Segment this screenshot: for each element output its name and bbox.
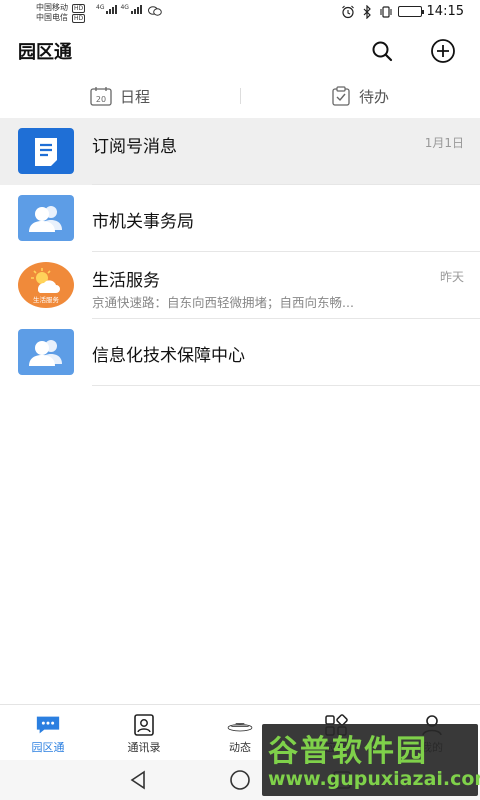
list-item[interactable]: 市机关事务局 <box>0 185 480 252</box>
tab-todo-label: 待办 <box>358 87 389 106</box>
avatar <box>18 195 74 241</box>
users-icon <box>29 206 62 232</box>
tab-schedule[interactable]: 20 日程 <box>0 76 240 116</box>
avatar <box>18 329 74 375</box>
item-title: 生活服务 <box>92 271 160 291</box>
document-icon <box>35 138 57 166</box>
item-title: 信息化技术保障中心 <box>92 346 245 366</box>
battery-icon <box>397 6 424 17</box>
plus-circle-icon <box>431 39 455 63</box>
tab-divider <box>240 88 241 104</box>
chat-icon <box>35 714 61 736</box>
nav-label: 园区通 <box>31 741 65 754</box>
vibrate-icon <box>379 5 392 18</box>
list-item[interactable]: 生活服务 生活服务 京通快速路：自东向西轻微拥堵；自西向东畅... 昨天 <box>0 252 480 319</box>
users-icon <box>29 340 62 366</box>
carrier-info: 中国移动 HD 中国电信 HD <box>36 3 86 23</box>
search-button[interactable] <box>369 38 395 64</box>
watermark-url: www.gupuxiazai.com <box>268 768 480 790</box>
signal-icons: 4G 4G <box>96 5 142 14</box>
home-circle-icon[interactable] <box>228 768 252 792</box>
watermark-title: 谷普软件园 <box>268 734 428 769</box>
avatar-label: 生活服务 <box>33 295 60 304</box>
app-header: 园区通 <box>0 28 480 72</box>
network-type: 4G <box>120 4 129 11</box>
item-title: 订阅号消息 <box>92 137 177 157</box>
tab-schedule-label: 日程 <box>119 87 150 106</box>
weather-icon: 生活服务 <box>31 268 60 304</box>
nav-item-home[interactable]: 园区通 <box>0 705 96 760</box>
status-bar: 中国移动 HD 中国电信 HD 4G 4G 14:15 <box>0 0 480 28</box>
carrier-2: 中国电信 <box>36 13 68 22</box>
divider <box>92 385 480 386</box>
message-list: 订阅号消息 1月1日 市机关事务局 生活服务 生活服务 京通快速路：自东向西轻微… <box>0 118 480 386</box>
top-tabs: 20 日程 待办 <box>0 76 480 116</box>
wechat-icon <box>148 6 162 16</box>
signal-icon: 4G <box>120 4 142 14</box>
avatar <box>18 128 74 174</box>
contacts-icon <box>131 714 157 736</box>
item-date: 1月1日 <box>424 136 464 150</box>
moments-icon <box>227 714 253 736</box>
signal-icon: 4G <box>96 4 118 14</box>
avatar: 生活服务 <box>18 262 74 308</box>
item-date: 昨天 <box>439 270 464 284</box>
item-subtitle: 京通快速路：自东向西轻微拥堵；自西向东畅... <box>92 295 354 310</box>
list-item[interactable]: 信息化技术保障中心 <box>0 319 480 386</box>
calendar-day: 20 <box>96 95 106 104</box>
clock: 14:15 <box>426 4 464 19</box>
bluetooth-icon <box>363 4 371 19</box>
nav-label: 动态 <box>229 741 251 754</box>
list-item[interactable]: 订阅号消息 1月1日 <box>0 118 480 185</box>
item-title: 市机关事务局 <box>92 212 194 232</box>
clipboard-check-icon <box>332 86 350 106</box>
back-triangle-icon[interactable] <box>126 768 150 792</box>
add-button[interactable] <box>430 38 456 64</box>
carrier-1: 中国移动 <box>36 3 68 12</box>
calendar-icon: 20 <box>90 87 112 106</box>
network-type: 4G <box>96 4 105 11</box>
alarm-icon <box>341 5 354 18</box>
search-icon <box>372 41 393 62</box>
nav-label: 通讯录 <box>127 741 161 754</box>
watermark: 谷普软件园 www.gupuxiazai.com <box>262 724 480 796</box>
tab-todo[interactable]: 待办 <box>240 76 480 116</box>
hd-badge: HD <box>72 13 86 23</box>
status-right: 14:15 <box>341 4 464 19</box>
hd-badge: HD <box>72 3 86 13</box>
nav-item-contacts[interactable]: 通讯录 <box>96 705 192 760</box>
page-title: 园区通 <box>18 42 72 63</box>
